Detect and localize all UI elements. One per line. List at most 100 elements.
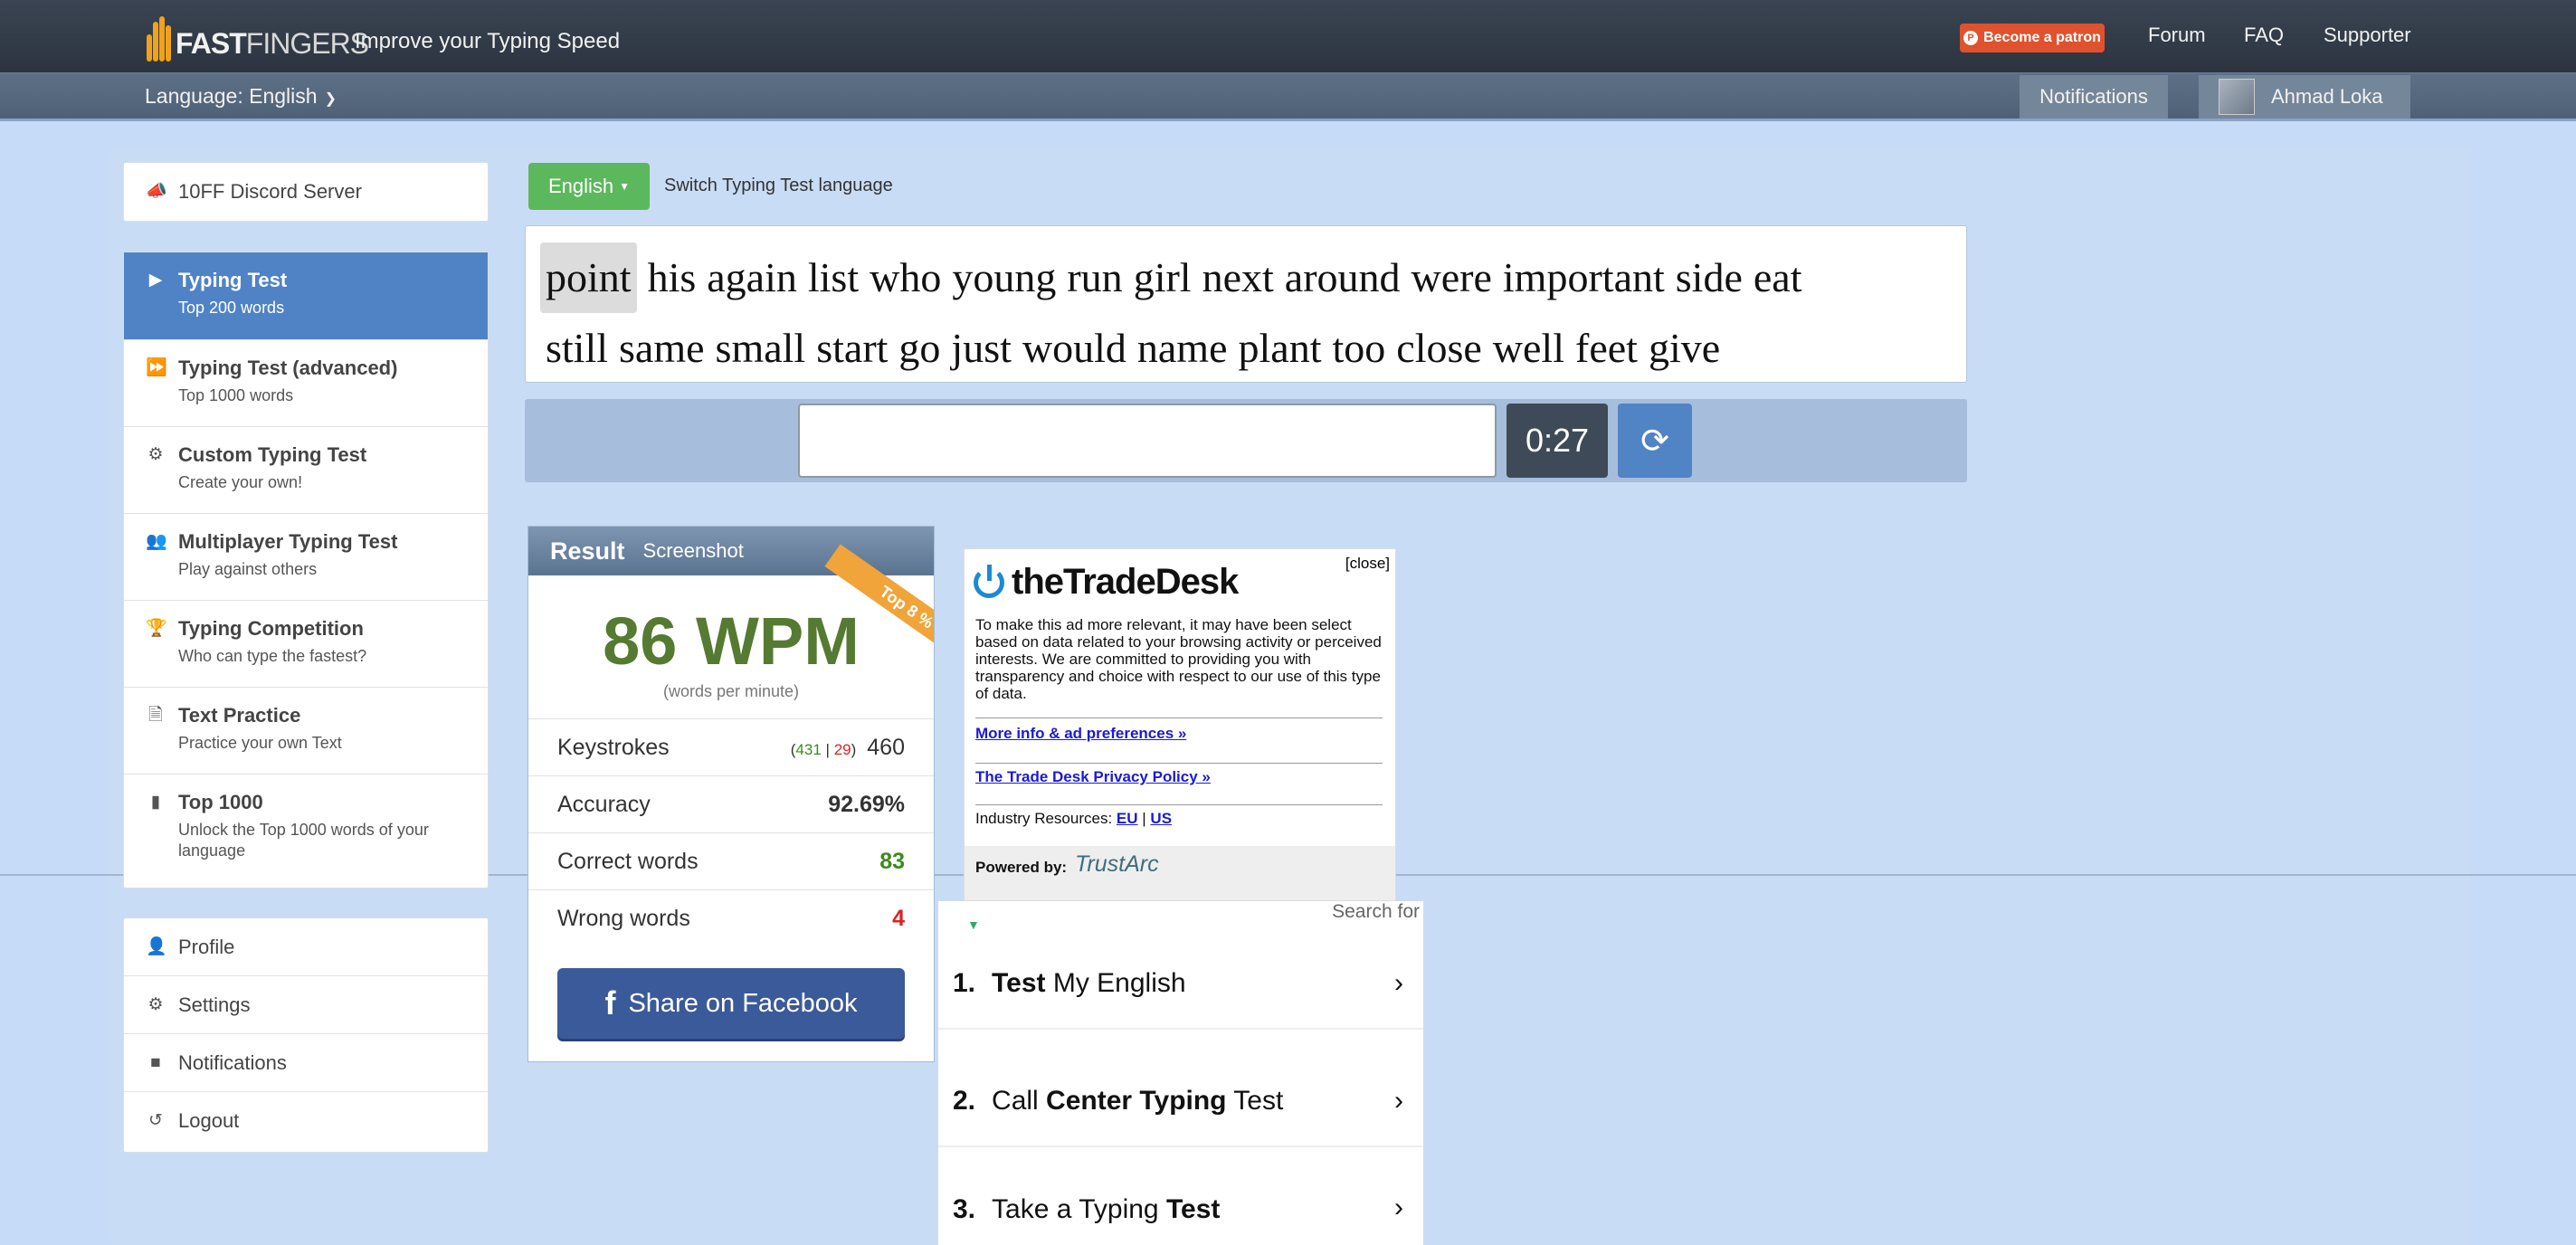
wpm-area: 86 WPM (words per minute)	[528, 575, 934, 718]
fast-forward-icon: ⏩	[146, 358, 167, 377]
wrong-words-value: 4	[892, 905, 905, 931]
faq-link[interactable]: FAQ	[2244, 24, 2284, 47]
trustarc-logo: TrustArc	[1075, 851, 1159, 877]
sidebar-item-top-1000[interactable]: ▮ Top 1000 Unlock the Top 1000 words of …	[124, 775, 488, 887]
sub-navbar: Language: English ❯ Notifications Ahmad L…	[0, 72, 2576, 121]
keystrokes-row: Keystrokes (431 | 29) 460	[528, 718, 934, 775]
result-text: My English	[1045, 968, 1186, 998]
sidebar-item-typing-test[interactable]: ▶ Typing Test Top 200 words	[124, 252, 488, 340]
sidebar-item-settings[interactable]: ⚙ Settings	[124, 976, 488, 1034]
ad-preferences-link[interactable]: More info & ad preferences »	[975, 725, 1186, 743]
switch-language-label: Switch Typing Test language	[664, 176, 893, 195]
wpm-subtitle: (words per minute)	[662, 682, 800, 700]
user-name: Ahmad Loka	[2271, 85, 2383, 108]
word: well	[1492, 325, 1564, 371]
share-label: Share on Facebook	[628, 988, 858, 1018]
result-text: Test	[1226, 1086, 1284, 1116]
word: start	[816, 325, 889, 371]
sidebar-item-logout[interactable]: ↺ Logout	[124, 1092, 488, 1150]
sidebar-item-title: Custom Typing Test	[178, 443, 367, 466]
word: plant	[1238, 325, 1322, 371]
word: name	[1136, 325, 1228, 371]
industry-label: Industry Resources:	[975, 810, 1113, 827]
sidebar-item-text-practice[interactable]: 🗎 Text Practice Practice your own Text	[124, 688, 488, 775]
gear-icon: ⚙	[147, 995, 164, 1014]
language-select-button[interactable]: English ▼	[528, 163, 650, 210]
word: too	[1332, 325, 1386, 371]
keystrokes-separator: |	[825, 740, 830, 758]
result-title: Result	[550, 537, 625, 565]
logout-icon: ↺	[148, 1111, 163, 1130]
caret-down-icon: ▼	[619, 180, 631, 193]
sidebar-item-profile[interactable]: 👤 Profile	[124, 918, 488, 976]
play-icon: ▶	[148, 271, 163, 290]
word: who	[870, 254, 942, 300]
search-result-3[interactable]: 3. Take a Typing Test ›	[938, 1174, 1423, 1245]
ad-close-button[interactable]: [close]	[1345, 555, 1390, 573]
language-dropdown[interactable]: Language: English ❯	[145, 84, 337, 109]
ad-choices-icon[interactable]: ▼	[967, 917, 980, 932]
divider	[975, 763, 1383, 764]
logo-text: FASTFINGERS	[176, 27, 369, 60]
power-icon	[974, 564, 1004, 598]
become-patron-button[interactable]: P Become a patron	[1960, 24, 2105, 52]
privacy-policy-link[interactable]: The Trade Desk Privacy Policy »	[975, 768, 1211, 786]
screenshot-tab[interactable]: Screenshot	[643, 539, 744, 563]
search-result-2[interactable]: 2. Call Center Typing Test ›	[938, 1057, 1423, 1147]
result-text: Take a Typing	[992, 1194, 1166, 1224]
language-label: Language: English	[145, 84, 318, 108]
word: important	[1502, 254, 1665, 300]
word: around	[1284, 254, 1401, 300]
sidebar-item-multiplayer[interactable]: 👥 Multiplayer Typing Test Play against o…	[124, 514, 488, 601]
sidebar-item-competition[interactable]: 🏆 Typing Competition Who can type the fa…	[124, 601, 488, 688]
brand-name: theTradeDesk	[1012, 562, 1239, 602]
chevron-right-icon: ›	[1394, 1086, 1403, 1116]
word: were	[1411, 254, 1492, 300]
supporter-link[interactable]: Supporter	[2324, 24, 2411, 47]
gears-icon: ⚙	[147, 445, 164, 464]
keystrokes-correct: 431	[795, 740, 822, 758]
sidebar-item-title: Text Practice	[178, 704, 301, 727]
correct-words-label: Correct words	[557, 848, 699, 874]
word: close	[1396, 325, 1482, 371]
word: same	[619, 325, 705, 371]
users-icon: 👥	[146, 532, 167, 551]
document-icon: 🗎	[148, 706, 163, 725]
keystrokes-total: 460	[867, 734, 905, 760]
user-icon: 👤	[146, 937, 167, 956]
sidebar-item-subtitle: Who can type the fastest?	[178, 647, 367, 665]
search-for-label: Search for	[1332, 901, 1420, 922]
test-menu: ▶ Typing Test Top 200 words ⏩ Typing Tes…	[123, 252, 489, 889]
word: feet	[1575, 325, 1638, 371]
result-number: 3.	[953, 1194, 976, 1224]
sidebar-item-subtitle: Unlock the Top 1000 words of your langua…	[178, 821, 429, 860]
hand-logo-icon	[145, 11, 172, 62]
site-logo[interactable]: FASTFINGERS	[145, 5, 369, 62]
word: next	[1202, 254, 1274, 300]
search-result-1[interactable]: 1. Test My English ›	[938, 939, 1423, 1030]
typing-input[interactable]	[798, 404, 1497, 478]
result-text: Call	[992, 1086, 1047, 1116]
discord-server-link[interactable]: 📣 10FF Discord Server	[124, 163, 488, 221]
eu-link[interactable]: EU	[1117, 810, 1138, 827]
forum-link[interactable]: Forum	[2148, 24, 2206, 47]
sidebar-item-title: Typing Competition	[178, 617, 364, 640]
us-link[interactable]: US	[1150, 810, 1172, 827]
industry-resources: Industry Resources: EU | US	[975, 810, 1173, 827]
result-bold: Center Typing	[1046, 1086, 1227, 1116]
avatar	[2219, 79, 2255, 115]
language-button-label: English	[547, 175, 614, 197]
tradedesk-logo: theTradeDesk	[974, 562, 1239, 603]
sidebar-item-typing-test-advanced[interactable]: ⏩ Typing Test (advanced) Top 1000 words	[124, 340, 488, 427]
comment-icon: ■	[150, 1053, 161, 1072]
sidebar-item-custom-typing-test[interactable]: ⚙ Custom Typing Test Create your own!	[124, 427, 488, 514]
sidebar-item-notifications[interactable]: ■ Notifications	[124, 1034, 488, 1092]
share-facebook-button[interactable]: f Share on Facebook	[557, 968, 905, 1039]
user-menu-button[interactable]: Ahmad Loka	[2199, 75, 2410, 119]
trophy-icon: 🏆	[146, 619, 167, 638]
word: again	[707, 254, 797, 300]
reload-button[interactable]: ⟳	[1618, 404, 1692, 478]
result-number: 1.	[953, 968, 976, 998]
notifications-button[interactable]: Notifications	[2020, 75, 2168, 119]
word: go	[898, 325, 941, 371]
